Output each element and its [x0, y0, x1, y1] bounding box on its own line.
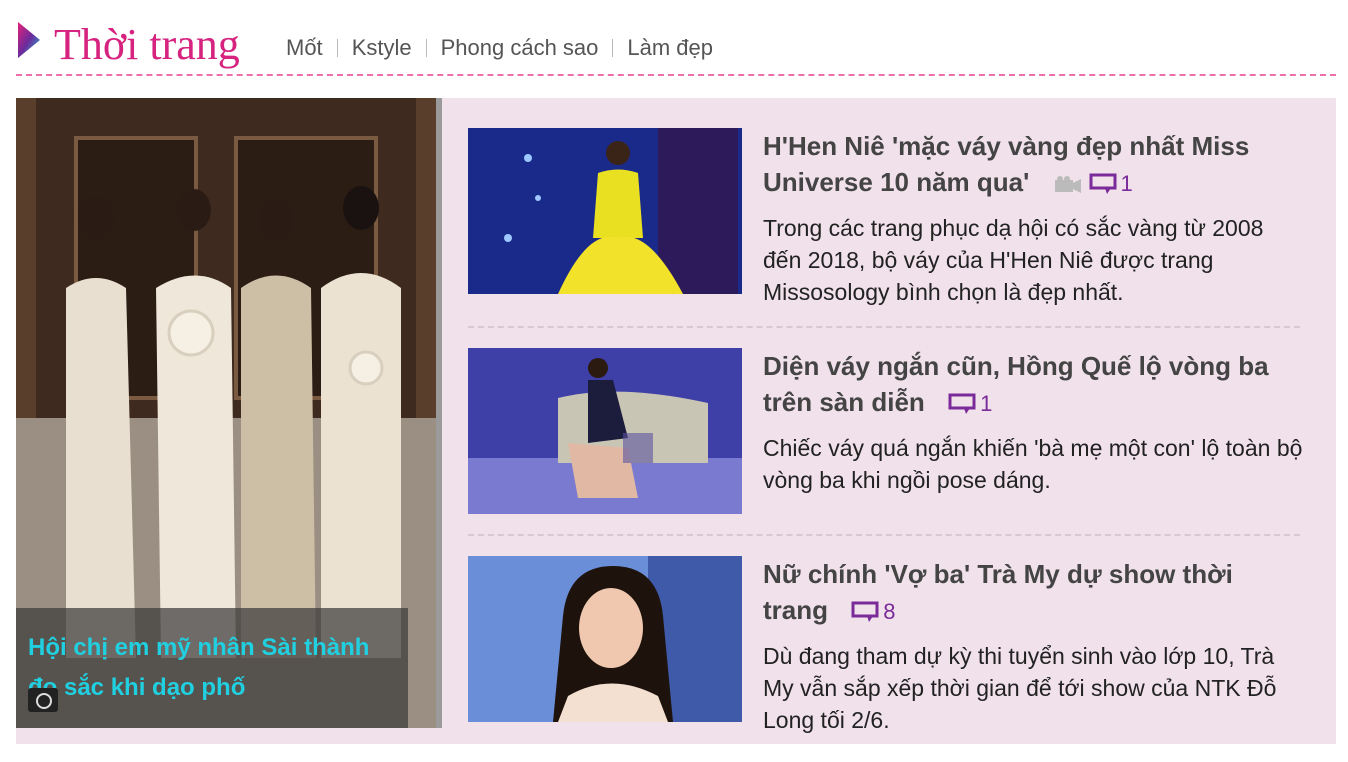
subnav-separator — [336, 39, 338, 57]
article-title[interactable]: Diện váy ngắn cũn, Hồng Quế lộ vòng ba t… — [763, 351, 1269, 417]
article-thumbnail[interactable] — [468, 348, 742, 514]
subnav-item-mot[interactable]: Mốt — [286, 34, 323, 62]
subnav: Mốt Kstyle Phong cách sao Làm đẹp — [286, 34, 713, 62]
article-meta: 1 — [1053, 166, 1133, 202]
article-item: Diện váy ngắn cũn, Hồng Quế lộ vòng ba t… — [468, 348, 1303, 536]
article-meta: 8 — [851, 594, 895, 630]
section-header: Thời trang Mốt Kstyle Phong cách sao Làm… — [16, 16, 1336, 76]
article-summary: Chiếc váy quá ngắn khiến 'bà mẹ một con'… — [763, 435, 1303, 494]
article-summary: Dù đang tham dự kỳ thi tuyển sinh vào lớ… — [763, 643, 1277, 734]
comment-count[interactable]: 1 — [1121, 166, 1133, 202]
subnav-separator — [612, 39, 614, 57]
subnav-separator — [425, 39, 427, 57]
section-title[interactable]: Thời trang — [54, 20, 240, 70]
feature-title[interactable]: Hội chị em mỹ nhân Sài thành đọ sắc khi … — [28, 628, 398, 708]
comment-icon[interactable] — [1089, 173, 1117, 195]
section-logo-icon — [18, 22, 40, 58]
content-panel: Hội chị em mỹ nhân Sài thành đọ sắc khi … — [16, 98, 1336, 744]
article-meta: 1 — [948, 386, 992, 422]
article-divider — [468, 326, 1300, 328]
subnav-item-kstyle[interactable]: Kstyle — [352, 34, 412, 62]
comment-count[interactable]: 1 — [980, 386, 992, 422]
article-divider — [468, 534, 1300, 536]
subnav-item-lam-dep[interactable]: Làm đẹp — [627, 34, 713, 62]
comment-icon[interactable] — [948, 393, 976, 415]
feature-divider — [436, 98, 442, 728]
subnav-item-phong-cach-sao[interactable]: Phong cách sao — [441, 34, 599, 62]
article-item: Nữ chính 'Vợ ba' Trà My dự show thời tra… — [468, 556, 1300, 744]
article-title[interactable]: Nữ chính 'Vợ ba' Trà My dự show thời tra… — [763, 559, 1233, 625]
feature-story[interactable]: Hội chị em mỹ nhân Sài thành đọ sắc khi … — [16, 98, 436, 728]
video-icon — [1054, 176, 1081, 194]
article-thumbnail[interactable] — [468, 556, 742, 722]
article-item: H'Hen Niê 'mặc váy vàng đẹp nhất Miss Un… — [468, 128, 1300, 316]
article-thumbnail[interactable] — [468, 128, 742, 294]
article-title[interactable]: H'Hen Niê 'mặc váy vàng đẹp nhất Miss Un… — [763, 131, 1249, 197]
feature-caption: Hội chị em mỹ nhân Sài thành đọ sắc khi … — [16, 608, 408, 728]
article-summary: Trong các trang phục dạ hội có sắc vàng … — [763, 215, 1264, 306]
comment-count[interactable]: 8 — [883, 594, 895, 630]
comment-icon[interactable] — [851, 601, 879, 623]
camera-icon — [28, 688, 58, 712]
